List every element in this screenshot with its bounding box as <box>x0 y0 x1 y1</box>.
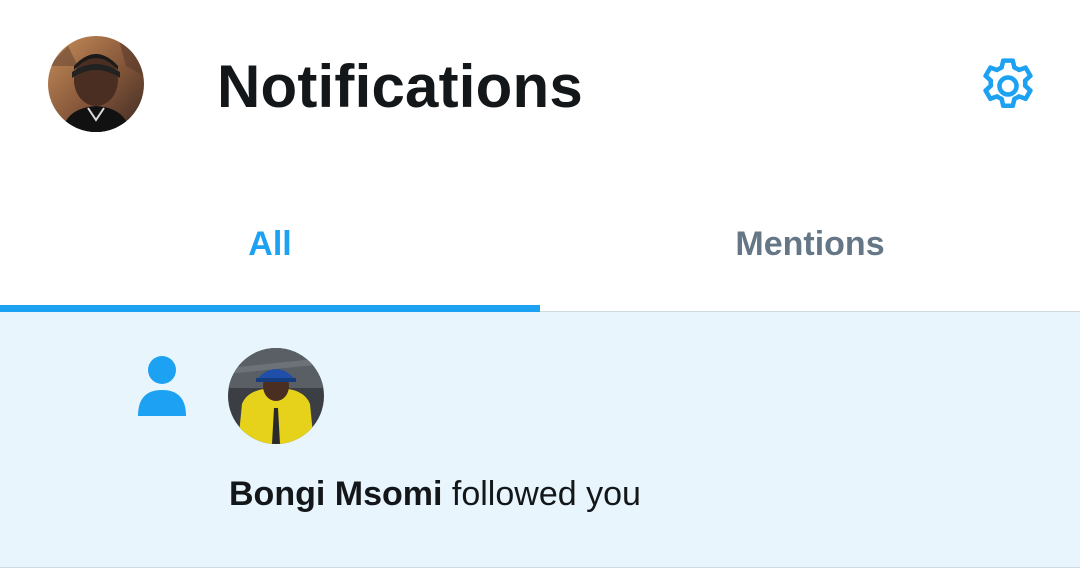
notification-item[interactable]: Bongi Msomi followed you <box>0 312 1080 568</box>
page-title: Notifications <box>217 53 583 120</box>
profile-avatar-image <box>48 36 144 132</box>
follower-avatar[interactable] <box>228 348 324 444</box>
notification-action: followed you <box>451 475 641 513</box>
follower-name[interactable]: Bongi Msomi <box>229 475 442 513</box>
active-tab-indicator <box>0 305 540 312</box>
tab-all[interactable]: All <box>0 178 540 312</box>
tab-mentions[interactable]: Mentions <box>540 178 1080 311</box>
follower-avatar-image <box>228 348 324 444</box>
notification-text: Bongi Msomi followed you <box>229 474 641 514</box>
tab-mentions-label: Mentions <box>735 225 885 263</box>
tab-bar: All Mentions <box>0 178 1080 312</box>
profile-avatar[interactable] <box>48 36 144 132</box>
tab-all-label: All <box>248 225 292 263</box>
header: Notifications <box>0 0 1080 178</box>
person-icon <box>138 356 186 416</box>
list-remainder <box>0 568 1080 586</box>
notifications-screen: Notifications All Mentions Bongi Msomi f… <box>0 0 1080 586</box>
settings-button[interactable] <box>972 50 1044 122</box>
gear-icon <box>983 58 1033 108</box>
